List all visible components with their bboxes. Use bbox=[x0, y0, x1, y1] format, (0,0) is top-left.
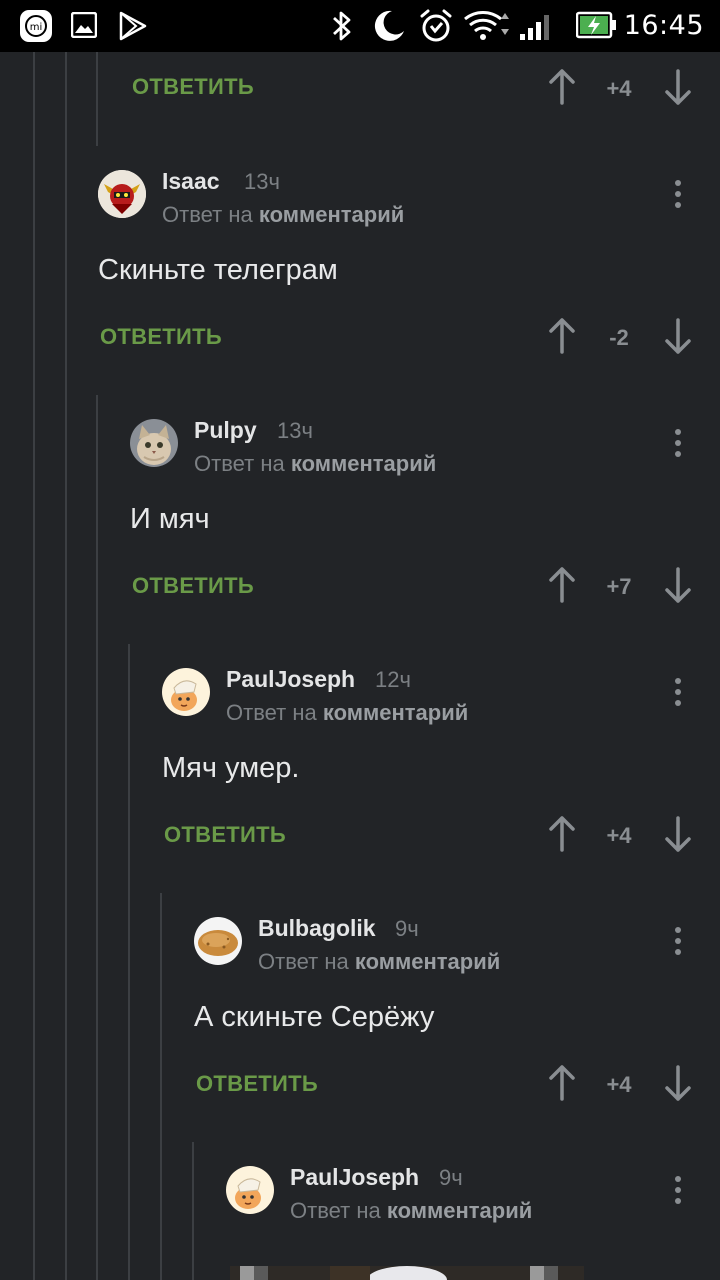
reply-target-link[interactable]: комментарий bbox=[259, 202, 404, 227]
reply-button[interactable]: ОТВЕТИТЬ bbox=[132, 74, 254, 100]
reply-to-label: Ответ на комментарий bbox=[290, 1198, 532, 1224]
comment-author[interactable]: PaulJoseph bbox=[226, 666, 355, 693]
mi-icon: mi bbox=[19, 9, 53, 48]
comment-score: +4 bbox=[606, 1072, 632, 1097]
comment-text: Мяч умер. bbox=[162, 752, 300, 784]
upvote-arrow-icon[interactable] bbox=[547, 67, 577, 107]
avatar[interactable] bbox=[226, 1166, 274, 1214]
reply-prefix: Ответ на bbox=[258, 949, 349, 974]
avatar[interactable] bbox=[194, 917, 242, 965]
reply-to-label: Ответ на комментарий bbox=[226, 700, 468, 726]
alarm-icon bbox=[419, 8, 453, 49]
comment-time: 13ч bbox=[244, 169, 280, 194]
reply-to-label: Ответ на комментарий bbox=[258, 949, 500, 975]
more-menu-icon[interactable] bbox=[672, 1170, 684, 1210]
comment: Isaac 13ч Ответ на комментарий Скиньте т… bbox=[0, 162, 720, 382]
reply-to-label: Ответ на комментарий bbox=[194, 451, 436, 477]
cartoon-face-avatar-icon bbox=[162, 668, 210, 716]
reply-prefix: Ответ на bbox=[194, 451, 285, 476]
avatar[interactable] bbox=[130, 419, 178, 467]
comment: PaulJoseph 9ч Ответ на комментарий bbox=[0, 1158, 720, 1280]
robot-avatar-icon bbox=[98, 170, 146, 218]
upvote-arrow-icon[interactable] bbox=[547, 1063, 577, 1103]
status-bar: mi 16:45 bbox=[0, 0, 720, 52]
reply-to-label: Ответ на комментарий bbox=[162, 202, 404, 228]
bluetooth-icon bbox=[330, 8, 354, 49]
comment: Pulpy 13ч Ответ на комментарий И мяч ОТВ… bbox=[0, 411, 720, 631]
comment-time: 12ч bbox=[375, 667, 411, 692]
comment-image[interactable] bbox=[230, 1266, 584, 1280]
wifi-icon bbox=[463, 9, 513, 48]
comment-text: Скиньте телеграм bbox=[98, 254, 338, 286]
comment-author[interactable]: Bulbagolik bbox=[258, 915, 376, 942]
reply-button[interactable]: ОТВЕТИТЬ bbox=[100, 324, 222, 350]
potato-avatar-icon bbox=[194, 917, 242, 965]
reply-target-link[interactable]: комментарий bbox=[355, 949, 500, 974]
more-menu-icon[interactable] bbox=[672, 174, 684, 214]
comment-score: +4 bbox=[606, 76, 632, 101]
signal-icon bbox=[519, 12, 555, 47]
downvote-arrow-icon[interactable] bbox=[663, 1063, 693, 1103]
more-menu-icon[interactable] bbox=[672, 423, 684, 463]
reply-target-link[interactable]: комментарий bbox=[387, 1198, 532, 1223]
reply-prefix: Ответ на bbox=[290, 1198, 381, 1223]
avatar[interactable] bbox=[98, 170, 146, 218]
reply-target-link[interactable]: комментарий bbox=[323, 700, 468, 725]
reply-button[interactable]: ОТВЕТИТЬ bbox=[196, 1071, 318, 1097]
comment-author[interactable]: Isaac bbox=[162, 168, 220, 195]
comments-screen: mi 16:45 ОТВЕТИТЬ +4 Isaac 13ч Ответ на … bbox=[0, 0, 720, 1280]
comment-partial: ОТВЕТИТЬ +4 bbox=[0, 52, 720, 142]
avatar[interactable] bbox=[162, 668, 210, 716]
reply-prefix: Ответ на bbox=[226, 700, 317, 725]
downvote-arrow-icon[interactable] bbox=[663, 565, 693, 605]
downvote-arrow-icon[interactable] bbox=[663, 814, 693, 854]
comment-time: 9ч bbox=[439, 1165, 463, 1190]
comment: Bulbagolik 9ч Ответ на комментарий А ски… bbox=[0, 909, 720, 1129]
comment-time: 9ч bbox=[395, 916, 419, 941]
comment-score: +4 bbox=[606, 823, 632, 848]
moon-icon bbox=[372, 9, 406, 48]
reply-button[interactable]: ОТВЕТИТЬ bbox=[164, 822, 286, 848]
comment-score: -2 bbox=[609, 325, 629, 350]
svg-text:mi: mi bbox=[30, 22, 43, 33]
battery-charging-icon bbox=[575, 11, 618, 44]
more-menu-icon[interactable] bbox=[672, 921, 684, 961]
cat-avatar-icon bbox=[130, 419, 178, 467]
reply-target-link[interactable]: комментарий bbox=[291, 451, 436, 476]
downvote-arrow-icon[interactable] bbox=[663, 316, 693, 356]
reply-button[interactable]: ОТВЕТИТЬ bbox=[132, 573, 254, 599]
cartoon-face-avatar-icon bbox=[226, 1166, 274, 1214]
comment: PaulJoseph 12ч Ответ на комментарий Мяч … bbox=[0, 660, 720, 880]
play-store-icon bbox=[119, 11, 147, 46]
comment-score: +7 bbox=[606, 574, 632, 599]
reply-prefix: Ответ на bbox=[162, 202, 253, 227]
comment-author[interactable]: PaulJoseph bbox=[290, 1164, 419, 1191]
gallery-icon bbox=[70, 11, 98, 43]
upvote-arrow-icon[interactable] bbox=[547, 814, 577, 854]
more-menu-icon[interactable] bbox=[672, 672, 684, 712]
upvote-arrow-icon[interactable] bbox=[547, 316, 577, 356]
clock: 16:45 bbox=[623, 10, 704, 41]
comment-time: 13ч bbox=[277, 418, 313, 443]
comment-text: И мяч bbox=[130, 503, 210, 535]
comment-text: А скиньте Серёжу bbox=[194, 1001, 435, 1033]
upvote-arrow-icon[interactable] bbox=[547, 565, 577, 605]
downvote-arrow-icon[interactable] bbox=[663, 67, 693, 107]
comment-author[interactable]: Pulpy bbox=[194, 417, 257, 444]
